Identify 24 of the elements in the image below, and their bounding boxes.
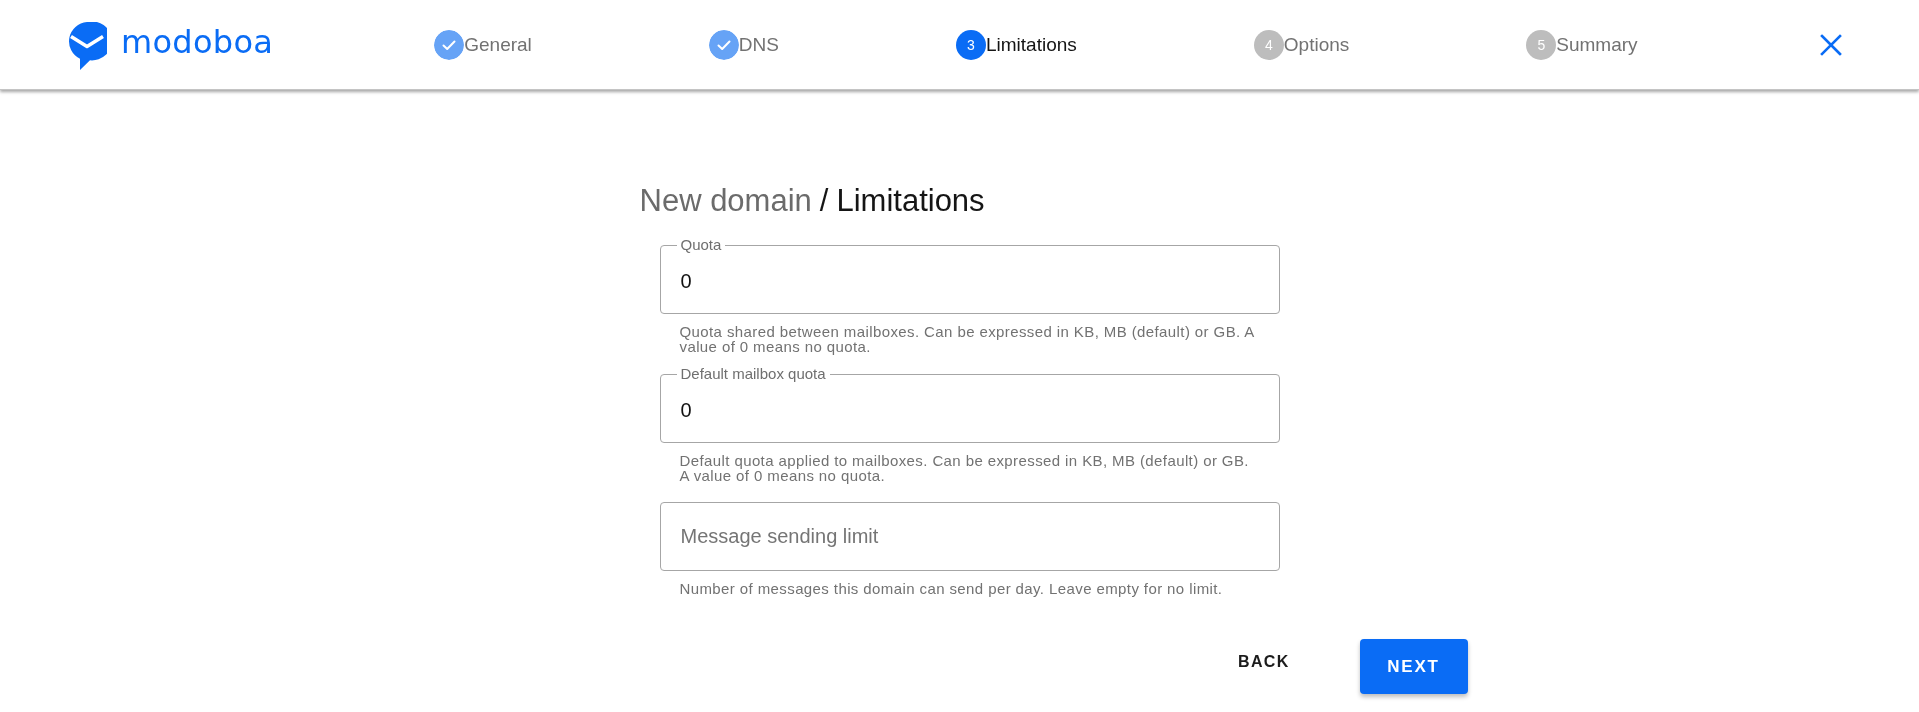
close-icon[interactable] bbox=[1820, 33, 1842, 56]
stepper-step[interactable]: 3 Limitations bbox=[956, 29, 1077, 60]
field-hint: Quota shared between mailboxes. Can be expressed in KB, MB (default) or GB. A value of 0 means no quota. bbox=[678, 324, 1255, 354]
step-number: 5 bbox=[1526, 29, 1557, 60]
breadcrumb-separator: / bbox=[819, 183, 829, 218]
step-number: 3 bbox=[956, 29, 986, 60]
logo-text: modoboa bbox=[121, 23, 274, 60]
stepper-step[interactable]: General bbox=[434, 29, 532, 60]
text-field[interactable]: Default mailbox quota 0 bbox=[659, 365, 1280, 443]
input-field[interactable]: 0 bbox=[680, 254, 1259, 309]
step-number: 4 bbox=[1253, 29, 1284, 60]
stepper-step[interactable]: 4 Options bbox=[1253, 29, 1350, 60]
stepper-step[interactable]: 5 Summary bbox=[1526, 29, 1638, 60]
breadcrumb-item: New domain bbox=[639, 183, 812, 218]
field-label: Default mailbox quota bbox=[679, 365, 827, 383]
breadcrumb-item: Limitations bbox=[836, 183, 985, 218]
message-bubble-icon bbox=[67, 21, 107, 70]
back-button[interactable]: BACK bbox=[1226, 642, 1302, 682]
next-button[interactable]: NEXT bbox=[1359, 639, 1468, 694]
field-hint: Default quota applied to mailboxes. Can be expressed in KB, MB (default) or GB. A value of 0 means no quota. bbox=[678, 453, 1250, 483]
input-field[interactable]: 0 bbox=[680, 383, 1259, 438]
field-hint: Number of messages this domain can send per day. Leave empty for no limit. bbox=[678, 581, 1224, 596]
stepper-step[interactable]: DNS bbox=[708, 29, 779, 60]
field-label: Quota bbox=[679, 236, 723, 254]
